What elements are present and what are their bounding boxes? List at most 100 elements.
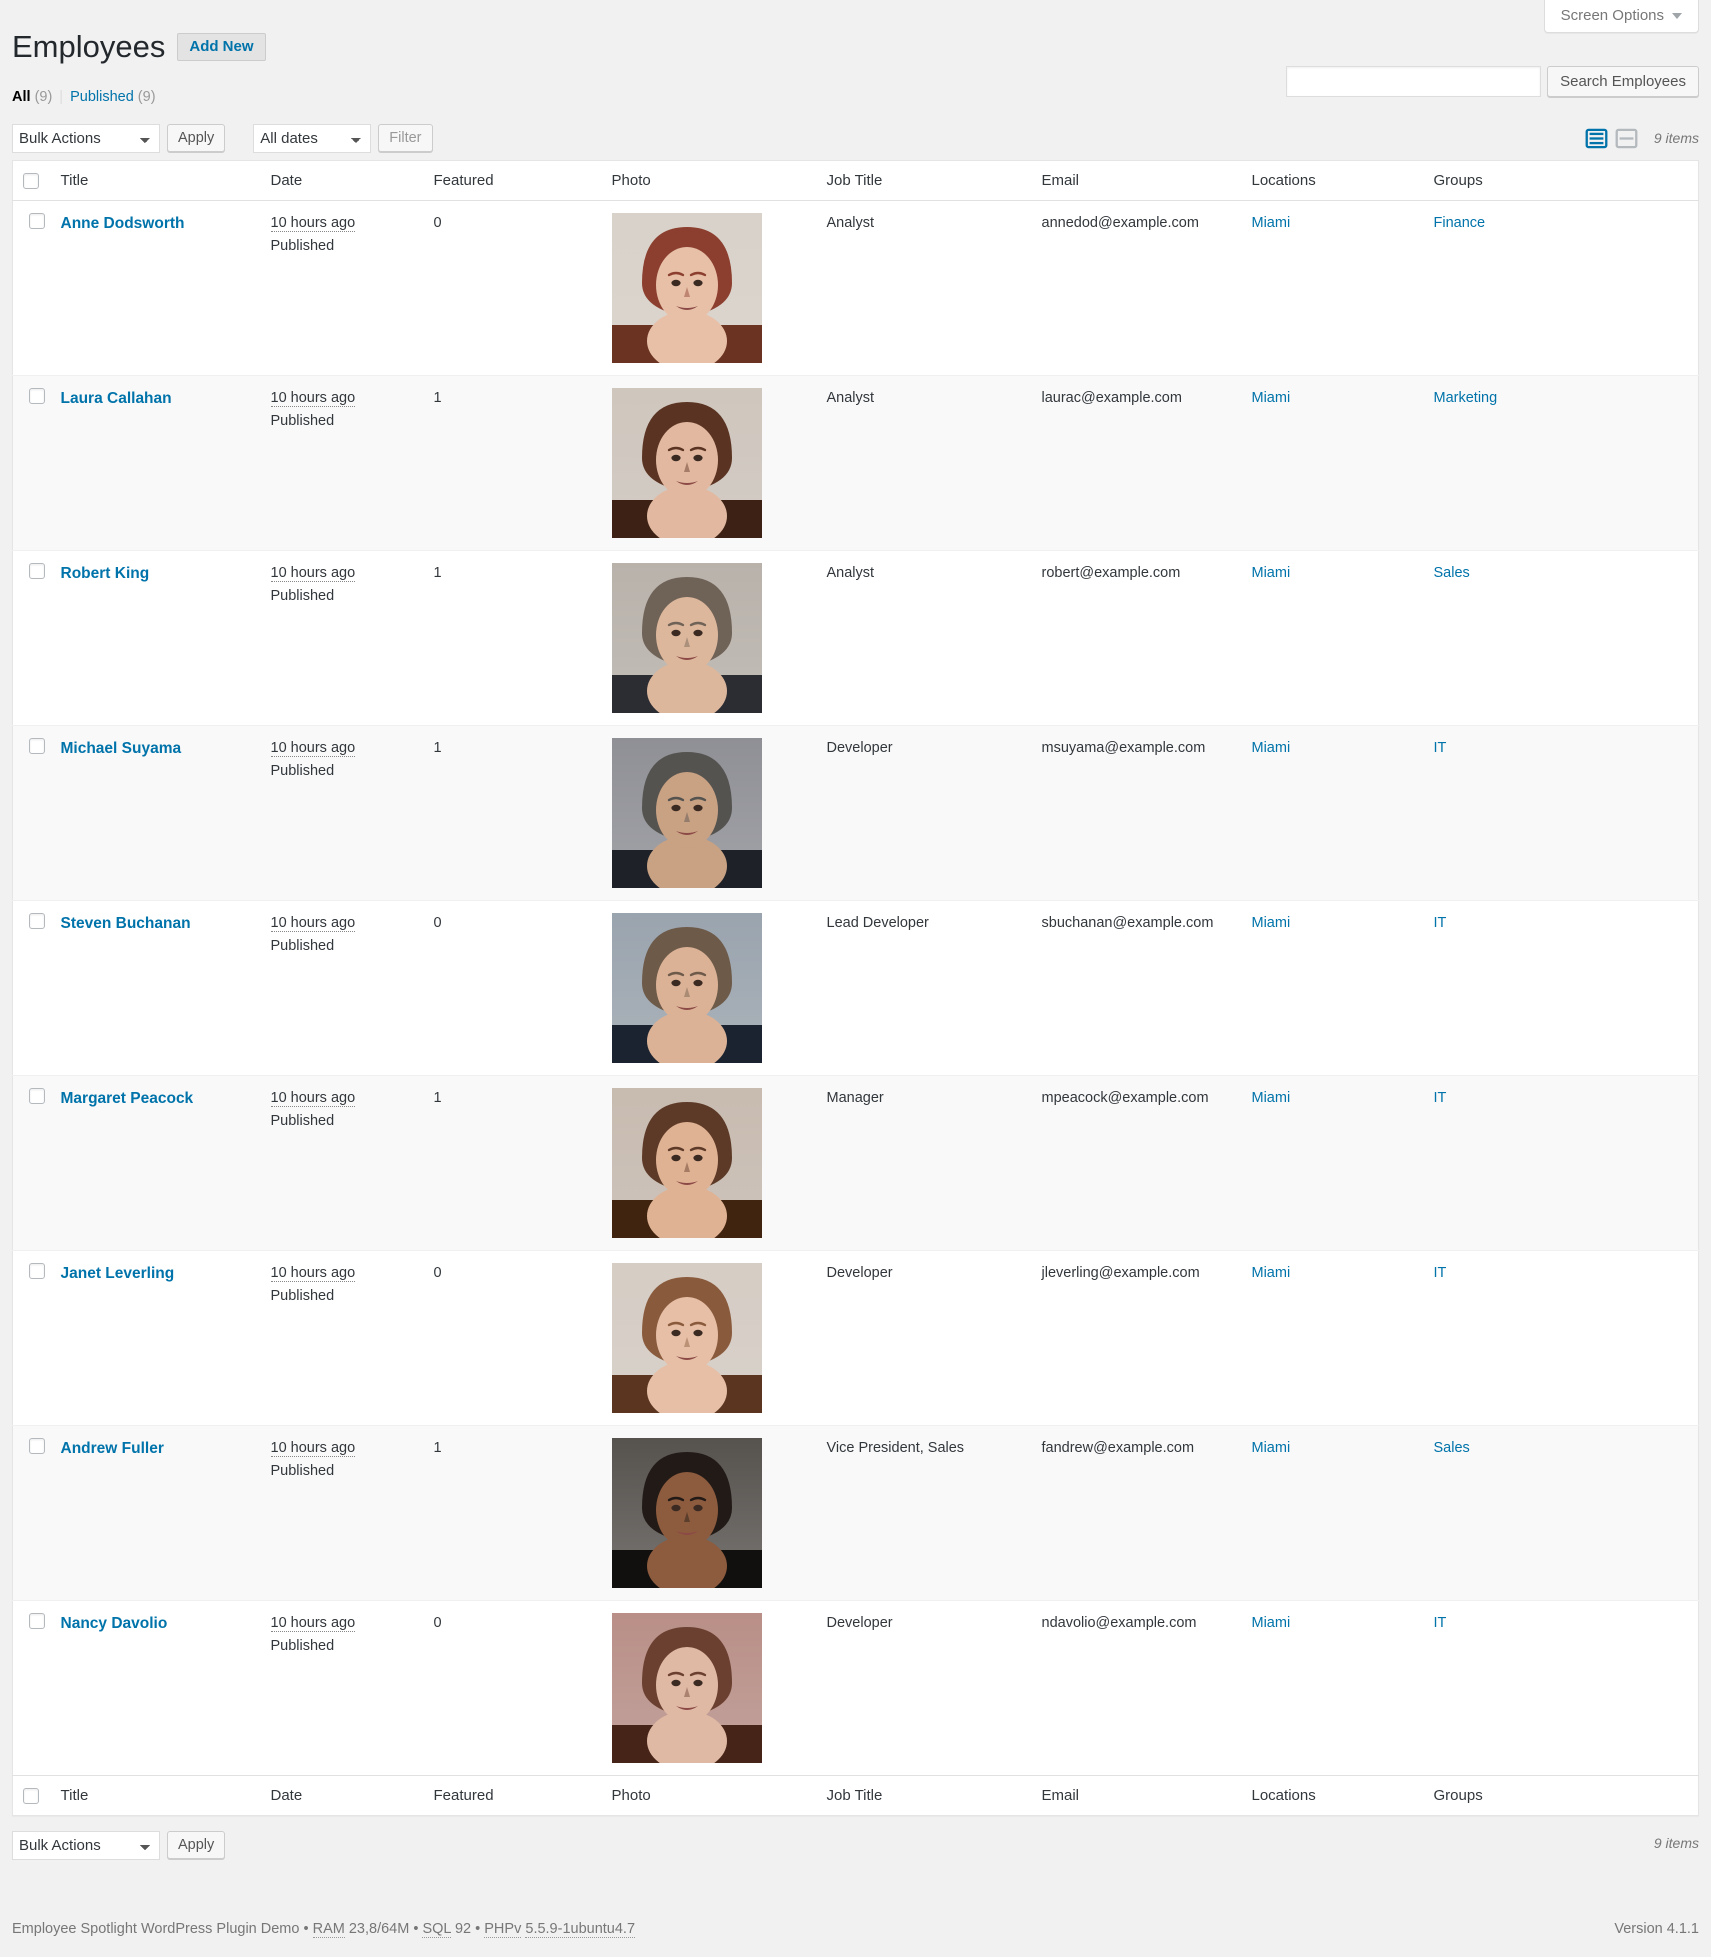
row-checkbox[interactable]	[28, 563, 45, 580]
group-link[interactable]: Marketing	[1434, 390, 1498, 406]
employee-title-link[interactable]: Janet Leverling	[61, 1265, 175, 1282]
cell-featured: 0	[433, 1265, 442, 1282]
location-link[interactable]: Miami	[1252, 915, 1291, 931]
cell-title: Margaret Peacock	[51, 1076, 261, 1251]
cell-photo	[602, 726, 817, 901]
group-link[interactable]: Sales	[1434, 565, 1470, 581]
view-published-count: (9)	[137, 89, 156, 106]
employee-title-link[interactable]: Michael Suyama	[61, 740, 182, 757]
employee-title-link[interactable]: Andrew Fuller	[61, 1440, 164, 1457]
view-published-link[interactable]: Published	[70, 89, 134, 105]
column-footer-title[interactable]: Title	[50, 1775, 261, 1816]
row-select-cell	[13, 1601, 51, 1776]
footer-credit: Employee Spotlight WordPress Plugin Demo…	[12, 1921, 636, 1939]
row-checkbox[interactable]	[28, 1088, 45, 1105]
location-link[interactable]: Miami	[1252, 1090, 1291, 1106]
group-link[interactable]: IT	[1434, 1615, 1447, 1631]
cell-photo	[602, 1076, 817, 1251]
location-link[interactable]: Miami	[1252, 1440, 1291, 1456]
cell-location: Miami	[1242, 726, 1424, 901]
employee-title-link[interactable]: Nancy Davolio	[61, 1615, 168, 1632]
cell-email: msuyama@example.com	[1041, 740, 1206, 757]
select-all-checkbox-bottom[interactable]	[23, 1788, 39, 1805]
filter-button[interactable]: Filter	[378, 124, 433, 153]
group-link[interactable]: IT	[1434, 1090, 1447, 1106]
date-relative: 10 hours ago	[270, 565, 356, 583]
column-footer-date[interactable]: Date	[260, 1775, 424, 1816]
cell-title: Steven Buchanan	[51, 901, 261, 1076]
group-link[interactable]: Finance	[1434, 215, 1486, 231]
employee-title-link[interactable]: Margaret Peacock	[61, 1090, 194, 1107]
table-row: Robert King 10 hours ago Published 1 Ana…	[12, 550, 1699, 726]
bulk-actions-select-top[interactable]: Bulk Actions	[12, 123, 160, 153]
date-relative: 10 hours ago	[270, 740, 356, 758]
column-header-date[interactable]: Date	[260, 160, 424, 201]
column-header-title[interactable]: Title	[50, 160, 261, 201]
employee-title-link[interactable]: Anne Dodsworth	[61, 215, 185, 232]
bulk-actions-group-bottom: Bulk Actions Apply	[12, 1830, 226, 1860]
select-all-checkbox-top[interactable]	[23, 173, 39, 190]
cell-featured: 1	[433, 565, 442, 582]
row-checkbox[interactable]	[28, 1438, 45, 1455]
view-published: Published (9)	[70, 83, 155, 112]
cell-date: 10 hours ago Published	[261, 551, 424, 726]
group-link[interactable]: IT	[1434, 740, 1447, 756]
excerpt-view-icon[interactable]	[1615, 127, 1638, 150]
screen-meta-bar: Screen Options	[1543, 0, 1699, 33]
employee-title-link[interactable]: Laura Callahan	[61, 390, 172, 407]
table-row: Laura Callahan 10 hours ago Published 1	[12, 375, 1699, 551]
photo-anne-dodsworth	[611, 213, 762, 364]
row-checkbox[interactable]	[28, 388, 45, 405]
group-link[interactable]: IT	[1434, 1265, 1447, 1281]
cell-job-title: Developer	[826, 1615, 893, 1632]
screen-options-button[interactable]: Screen Options	[1543, 0, 1699, 33]
displaying-num-bottom: 9 items	[1653, 1835, 1699, 1852]
group-link[interactable]: IT	[1434, 915, 1447, 931]
row-checkbox[interactable]	[28, 913, 45, 930]
column-header-job-title: Job Title	[816, 160, 1032, 201]
table-row: Janet Leverling 10 hours ago Published 0	[12, 1250, 1699, 1426]
cell-email: ndavolio@example.com	[1041, 1615, 1197, 1632]
table-row: Margaret Peacock 10 hours ago Published …	[12, 1075, 1699, 1251]
table-row: Steven Buchanan 10 hours ago Published 0	[12, 900, 1699, 1076]
location-link[interactable]: Miami	[1252, 1615, 1291, 1631]
search-submit-button[interactable]: Search Employees	[1547, 66, 1699, 97]
photo-steven-buchanan	[611, 913, 762, 1064]
cell-date: 10 hours ago Published	[261, 901, 424, 1076]
apply-button-top[interactable]: Apply	[167, 124, 226, 153]
view-all-link[interactable]: All	[12, 89, 31, 105]
row-select-cell	[13, 201, 51, 376]
table-body: Anne Dodsworth 10 hours ago Published 0	[12, 201, 1699, 1776]
location-link[interactable]: Miami	[1252, 390, 1291, 406]
search-input[interactable]	[1286, 66, 1542, 97]
chevron-down-icon	[1672, 12, 1682, 19]
location-link[interactable]: Miami	[1252, 1265, 1291, 1281]
cell-email: robert@example.com	[1041, 565, 1181, 582]
cell-featured: 0	[433, 1615, 442, 1632]
select-all-header-top	[12, 160, 51, 201]
add-new-button[interactable]: Add New	[177, 32, 266, 61]
row-checkbox[interactable]	[28, 1263, 45, 1280]
row-checkbox[interactable]	[28, 213, 45, 230]
cell-location: Miami	[1242, 201, 1424, 376]
cell-group: Sales	[1424, 1426, 1699, 1601]
location-link[interactable]: Miami	[1252, 215, 1291, 231]
row-checkbox[interactable]	[28, 1613, 45, 1630]
cell-location: Miami	[1242, 1601, 1424, 1776]
location-link[interactable]: Miami	[1252, 740, 1291, 756]
date-filter-select[interactable]: All dates	[253, 123, 372, 153]
cell-email: fandrew@example.com	[1041, 1440, 1195, 1457]
view-all: All (9)	[12, 83, 52, 112]
page-header: Employees Add New	[12, 0, 1699, 71]
cell-date: 10 hours ago Published	[261, 1601, 424, 1776]
location-link[interactable]: Miami	[1252, 565, 1291, 581]
bulk-actions-select-bottom[interactable]: Bulk Actions	[12, 1830, 160, 1860]
group-link[interactable]: Sales	[1434, 1440, 1470, 1456]
column-footer-photo: Photo	[601, 1775, 817, 1816]
list-view-icon[interactable]	[1585, 127, 1608, 150]
employee-title-link[interactable]: Robert King	[61, 565, 150, 582]
row-checkbox[interactable]	[28, 738, 45, 755]
employee-title-link[interactable]: Steven Buchanan	[61, 915, 191, 932]
footer-credit-text: Employee Spotlight WordPress Plugin Demo	[12, 1921, 300, 1938]
apply-button-bottom[interactable]: Apply	[167, 1831, 226, 1860]
